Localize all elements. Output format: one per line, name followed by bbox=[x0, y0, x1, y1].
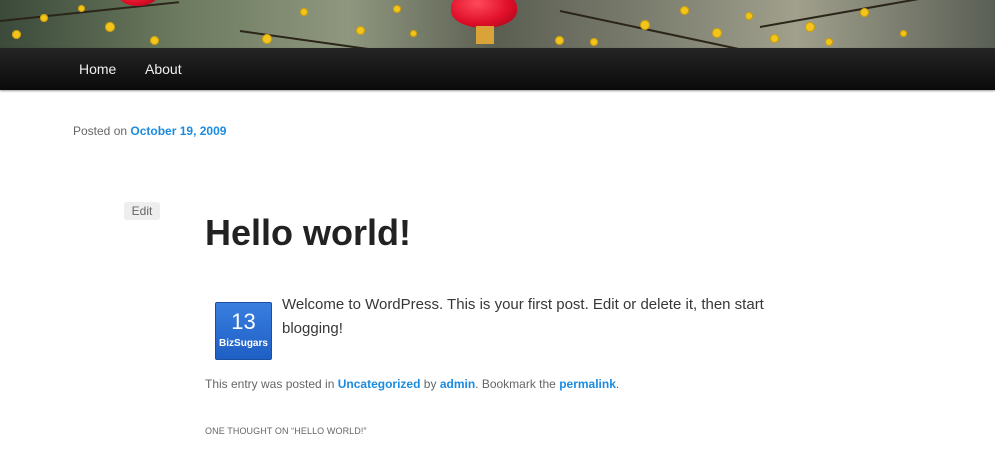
blossom bbox=[555, 36, 564, 45]
lantern-tassel bbox=[476, 26, 494, 44]
blossom bbox=[745, 12, 753, 20]
main-navigation: Home About bbox=[0, 48, 995, 90]
post-date-link[interactable]: October 19, 2009 bbox=[130, 124, 226, 138]
share-widget-label: BizSugars bbox=[219, 338, 268, 349]
post-title[interactable]: Hello world! bbox=[205, 208, 411, 258]
share-count: 13 bbox=[231, 309, 256, 334]
branch-decoration bbox=[0, 1, 180, 22]
blossom bbox=[860, 8, 869, 17]
nav-item-home[interactable]: Home bbox=[79, 48, 116, 90]
blossom bbox=[393, 5, 401, 13]
blossom bbox=[262, 34, 272, 44]
meta-suffix: . bbox=[615, 377, 620, 391]
branch-decoration bbox=[759, 0, 958, 28]
blossom bbox=[770, 34, 779, 43]
comments-title: ONE THOUGHT ON “HELLO WORLD!” bbox=[205, 426, 367, 436]
blossom bbox=[712, 28, 722, 38]
header-image[interactable] bbox=[0, 0, 995, 48]
blossom bbox=[640, 20, 650, 30]
posted-on: Posted on October 19, 2009 bbox=[73, 124, 226, 138]
red-lantern bbox=[451, 0, 517, 28]
edit-post-link[interactable]: Edit bbox=[124, 202, 160, 220]
blossom bbox=[12, 30, 21, 39]
blossom bbox=[105, 22, 115, 32]
blossom bbox=[150, 36, 159, 45]
blossom bbox=[680, 6, 689, 15]
entry-meta: This entry was posted in Uncategorized b… bbox=[205, 377, 619, 391]
category-link[interactable]: Uncategorized bbox=[338, 377, 421, 391]
meta-prefix: This entry was posted in bbox=[205, 377, 335, 391]
blossom bbox=[900, 30, 907, 37]
blossom bbox=[78, 5, 85, 12]
permalink-link[interactable]: permalink bbox=[559, 377, 616, 391]
blossom bbox=[40, 14, 48, 22]
blossom bbox=[590, 38, 598, 46]
meta-bookmark: . Bookmark the bbox=[475, 377, 556, 391]
nav-item-about[interactable]: About bbox=[145, 48, 182, 90]
blossom bbox=[356, 26, 365, 35]
blossom bbox=[805, 22, 815, 32]
blossom bbox=[300, 8, 308, 16]
post-content: Welcome to WordPress. This is your first… bbox=[282, 296, 764, 337]
bizsugars-share-widget[interactable]: 13 BizSugars bbox=[215, 302, 272, 360]
meta-by: by bbox=[423, 377, 437, 391]
blossom bbox=[410, 30, 417, 37]
blossom bbox=[825, 38, 833, 46]
posted-on-label: Posted on bbox=[73, 124, 128, 138]
author-link[interactable]: admin bbox=[440, 377, 475, 391]
